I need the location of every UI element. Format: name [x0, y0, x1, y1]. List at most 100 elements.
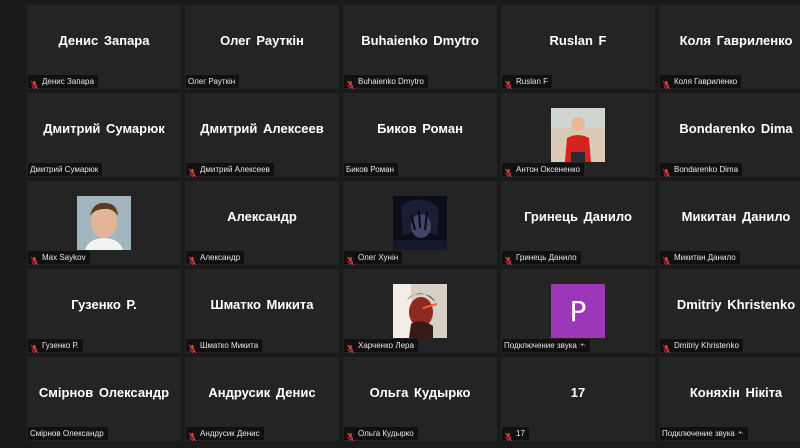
participant-name-tag: Антон Оксененко: [502, 163, 585, 177]
microphone-muted-icon: [662, 77, 671, 89]
participant-name-label: Дмитрий Сумарюк: [30, 165, 99, 174]
microphone-muted-icon: [346, 429, 355, 441]
participant-name-label: Шматко Микита: [200, 341, 259, 350]
participant-tile[interactable]: Ruslan F Ruslan F: [501, 5, 655, 89]
participant-tile[interactable]: Биков Роман Биков Роман: [343, 93, 497, 177]
participant-display-name: Смірнов Олександр: [38, 385, 170, 400]
participant-name-label: Харченко Лера: [358, 341, 414, 350]
participant-tile[interactable]: Микитан Данило Микитан Данило: [659, 181, 800, 265]
participant-tile[interactable]: Александр Александр: [185, 181, 339, 265]
participant-display-name: Гринець Данило: [524, 209, 632, 224]
participant-display-name: Денис Запара: [58, 33, 150, 48]
participant-name-label: Коля Гавриленко: [674, 77, 738, 86]
participant-tile[interactable]: Коля Гавриленко Коля Гавриленко: [659, 5, 800, 89]
participant-avatar: [551, 108, 605, 162]
participant-name-tag: Гринець Данило: [502, 251, 581, 265]
participant-name-tag: Гузенко Р.: [28, 339, 83, 353]
microphone-muted-icon: [662, 253, 671, 265]
microphone-muted-icon: [504, 165, 513, 177]
participant-name-label: Max Saykov: [42, 253, 86, 262]
participant-tile[interactable]: Андрусик Денис Андрусик Денис: [185, 357, 339, 441]
participant-avatar: [77, 196, 131, 250]
participant-name-tag: Микитан Данило: [660, 251, 740, 265]
participant-tile[interactable]: Денис Запара Денис Запара: [27, 5, 181, 89]
participant-name-tag: Дмитрий Сумарюк: [28, 163, 103, 176]
participant-tile[interactable]: Bondarenko Dima Bondarenko Dima: [659, 93, 800, 177]
participant-tile[interactable]: Гузенко Р. Гузенко Р.: [27, 269, 181, 353]
participant-name-tag: 17: [502, 427, 529, 441]
participant-tile[interactable]: Олег Рауткін Олег Рауткін: [185, 5, 339, 89]
participant-tile[interactable]: Дмитрий Сумарюк Дмитрий Сумарюк: [27, 93, 181, 177]
participant-name-tag: Подключение звука ·•·: [502, 339, 590, 352]
participant-name-label: Подключение звука: [662, 429, 735, 438]
connecting-dots: ·•·: [736, 430, 744, 437]
participant-name-label: Андрусик Денис: [200, 429, 260, 438]
participant-name-tag: Денис Запара: [28, 75, 98, 89]
participant-name-label: Смірнов Олександр: [30, 429, 104, 438]
participant-tile[interactable]: Смірнов Олександр Смірнов Олександр: [27, 357, 181, 441]
participant-display-name: Шматко Микита: [210, 297, 314, 312]
participant-display-name: Андрусик Денис: [208, 385, 316, 400]
participant-display-name: Bondarenko Dima: [679, 121, 793, 136]
participant-tile[interactable]: Dmitriy Khristenko Dmitriy Khristenko: [659, 269, 800, 353]
participant-name-tag: Bondarenko Dima: [660, 163, 743, 177]
participant-letter-avatar: P: [551, 284, 605, 338]
participant-avatar: [393, 196, 447, 250]
participant-name-label: Гузенко Р.: [42, 341, 79, 350]
participant-name-tag: Шматко Микита: [186, 339, 263, 353]
participant-tile[interactable]: P Подключение звука ·•·: [501, 269, 655, 353]
participant-tile[interactable]: Ольга Кудырко Ольга Кудырко: [343, 357, 497, 441]
participant-tile[interactable]: 17 17: [501, 357, 655, 441]
participant-display-name: Buhaienko Dmytro: [361, 33, 479, 48]
microphone-muted-icon: [346, 341, 355, 353]
participant-tile[interactable]: Buhaienko Dmytro Buhaienko Dmytro: [343, 5, 497, 89]
microphone-muted-icon: [346, 253, 355, 265]
participant-name-label: Олег Рауткін: [188, 77, 236, 86]
microphone-muted-icon: [504, 429, 513, 441]
participant-display-name: 17: [570, 385, 586, 400]
participant-name-label: Ольга Кудырко: [358, 429, 414, 438]
participant-tile[interactable]: Олег Хунін: [343, 181, 497, 265]
microphone-muted-icon: [188, 253, 197, 265]
participant-display-name: Гузенко Р.: [71, 297, 137, 312]
microphone-muted-icon: [30, 77, 39, 89]
microphone-muted-icon: [504, 77, 513, 89]
participant-name-tag: Харченко Лера: [344, 339, 418, 353]
participant-name-label: Дмитрий Алексеев: [200, 165, 270, 174]
microphone-muted-icon: [188, 165, 197, 177]
microphone-muted-icon: [346, 77, 355, 89]
participant-display-name: Дмитрий Сумарюк: [43, 121, 165, 136]
participant-tile[interactable]: Коняхін Нікіта Подключение звука ·•·: [659, 357, 800, 441]
participant-name-label: Dmitriy Khristenko: [674, 341, 739, 350]
participant-name-tag: Dmitriy Khristenko: [660, 339, 743, 353]
participant-display-name: Александр: [227, 209, 297, 224]
participant-avatar: [393, 284, 447, 338]
participant-display-name: Биков Роман: [377, 121, 463, 136]
participant-name-tag: Андрусик Денис: [186, 427, 264, 441]
participant-name-tag: Max Saykov: [28, 251, 90, 265]
participant-tile[interactable]: Шматко Микита Шматко Микита: [185, 269, 339, 353]
participant-name-label: Buhaienko Dmytro: [358, 77, 424, 86]
participant-tile[interactable]: Гринець Данило Гринець Данило: [501, 181, 655, 265]
participant-gallery: Денис Запара Денис Запара Олег Рауткін Олег…: [0, 0, 800, 448]
microphone-muted-icon: [662, 341, 671, 353]
microphone-muted-icon: [30, 253, 39, 265]
participant-tile[interactable]: Харченко Лера: [343, 269, 497, 353]
connecting-dots: ·•·: [578, 342, 586, 349]
microphone-muted-icon: [188, 341, 197, 353]
participant-display-name: Ольга Кудырко: [369, 385, 471, 400]
participant-display-name: Олег Рауткін: [220, 33, 304, 48]
participant-tile[interactable]: Дмитрий Алексеев Дмитрий Алексеев: [185, 93, 339, 177]
participant-name-label: Ruslan F: [516, 77, 549, 86]
participant-tile[interactable]: Max Saykov: [27, 181, 181, 265]
participant-name-tag: Биков Роман: [344, 163, 399, 176]
participant-name-label: Олег Хунін: [358, 253, 399, 262]
participant-name-label: Микитан Данило: [674, 253, 736, 262]
participant-name-label: Денис Запара: [42, 77, 94, 86]
participant-display-name: Коля Гавриленко: [679, 33, 793, 48]
participant-tile[interactable]: Антон Оксененко: [501, 93, 655, 177]
participant-name-tag: Buhaienko Dmytro: [344, 75, 428, 89]
participant-display-name: Dmitriy Khristenko: [676, 297, 796, 312]
microphone-muted-icon: [188, 429, 197, 441]
participant-name-tag: Ольга Кудырко: [344, 427, 418, 441]
